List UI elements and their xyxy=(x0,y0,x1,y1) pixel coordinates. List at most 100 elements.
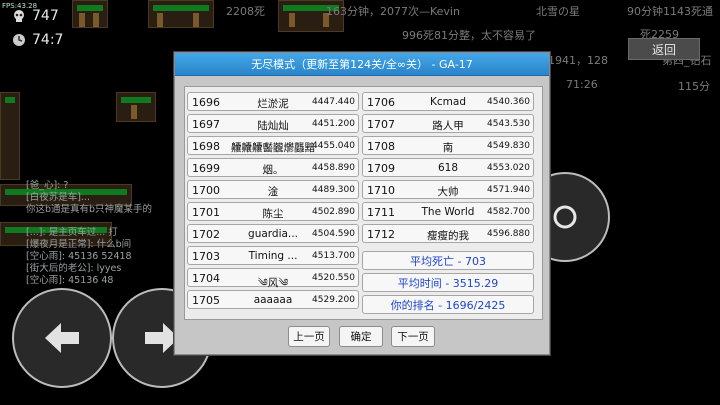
chat-line: [空心雨]: 45136 52418 xyxy=(26,251,132,263)
row-time: 4520.550 xyxy=(312,273,355,283)
average-deaths: 平均死亡 - 703 xyxy=(362,251,534,270)
skull-icon xyxy=(14,10,24,22)
leaderboard-row: 1712 瘦瘦的我 4596.880 xyxy=(362,224,534,243)
arrow-left-icon xyxy=(45,323,79,353)
row-time: 4504.590 xyxy=(312,229,355,239)
row-player-name: 618 xyxy=(437,162,459,174)
leaderboard-row: 1709 618 4553.020 xyxy=(362,158,534,177)
row-rank: 1711 xyxy=(367,206,395,219)
leaderboard-row: 1696 烂淤泥 4447.440 xyxy=(187,92,359,111)
chat-line: [白夜苏是车]... xyxy=(26,192,90,204)
chat-line: [爸_心]: ? xyxy=(26,180,69,191)
row-player-name: 淦 xyxy=(267,186,279,198)
row-player-name: 烂淤泥 xyxy=(257,98,289,110)
row-player-name: The World xyxy=(421,206,475,218)
row-rank: 1699 xyxy=(192,162,220,175)
row-rank: 1700 xyxy=(192,184,220,197)
chat-line: [...]: 是主页车过... 打 xyxy=(26,226,118,238)
background-text: 71:26 xyxy=(566,78,598,91)
background-text: 115分 xyxy=(678,80,710,93)
row-player-name: guardia... xyxy=(248,228,298,240)
row-time: 4455.040 xyxy=(312,141,355,151)
chat-line: [空心雨]: 45136 48 xyxy=(26,275,114,287)
background-text: 1941，128 xyxy=(548,54,608,67)
row-time: 4553.020 xyxy=(487,163,530,173)
confirm-button[interactable]: 确定 xyxy=(339,326,383,347)
row-time: 4549.830 xyxy=(487,141,530,151)
hud-stat-count: 747 xyxy=(12,8,59,24)
background-tile xyxy=(72,0,108,28)
background-text: 996死81分整，太不容易了 xyxy=(402,29,536,42)
chat-line: [爆夜月是正常]: 什么b间 xyxy=(26,238,132,250)
row-rank: 1708 xyxy=(367,140,395,153)
row-rank: 1702 xyxy=(192,228,220,241)
circle-action-icon xyxy=(553,205,577,229)
background-text: 北雪の星 xyxy=(536,5,580,18)
hud-stat-time-value: 74:7 xyxy=(32,32,64,48)
row-time: 4529.200 xyxy=(312,295,355,305)
hud-stat-time: 74:7 xyxy=(12,32,63,48)
leaderboard-row: 1700 淦 4489.300 xyxy=(187,180,359,199)
your-rank: 你的排名 - 1696/2425 xyxy=(362,295,534,314)
row-player-name: Timing ... xyxy=(248,250,298,262)
leaderboard-row: 1705 aaaaaa 4529.200 xyxy=(187,290,359,309)
background-text: 163分钟，2077次—Kevin xyxy=(326,5,460,18)
row-time: 4447.440 xyxy=(312,97,355,107)
row-rank: 1706 xyxy=(367,96,395,109)
leaderboard-row: 1699 烟。 4458.890 xyxy=(187,158,359,177)
row-rank: 1696 xyxy=(192,96,220,109)
row-player-name: 瘦瘦的我 xyxy=(427,230,469,242)
leaderboard-dialog: 无尽模式（更新至第124关/全∞关） - GA-17 1696 烂淤泥 4447.4… xyxy=(174,52,550,355)
row-time: 4513.700 xyxy=(312,251,355,261)
row-rank: 1707 xyxy=(367,118,395,131)
row-time: 4571.940 xyxy=(487,185,530,195)
background-tile xyxy=(116,92,156,122)
row-time: 4451.200 xyxy=(312,119,355,129)
row-player-name: 路人甲 xyxy=(432,120,464,132)
row-rank: 1704 xyxy=(192,272,220,285)
average-time: 平均时间 - 3515.29 xyxy=(362,273,534,292)
back-button[interactable]: 返回 xyxy=(628,38,700,60)
row-time: 4543.530 xyxy=(487,119,530,129)
leaderboard-row: 1697 陆灿灿 4451.200 xyxy=(187,114,359,133)
leaderboard-row: 1703 Timing ... 4513.700 xyxy=(187,246,359,265)
row-player-name: 烟。 xyxy=(262,164,284,176)
row-rank: 1701 xyxy=(192,206,220,219)
row-rank: 1705 xyxy=(192,294,220,307)
row-player-name: aaaaaa xyxy=(253,294,293,306)
row-rank: 1697 xyxy=(192,118,220,131)
row-rank: 1710 xyxy=(367,184,395,197)
row-player-name: 陈尘 xyxy=(262,208,284,220)
next-page-button[interactable]: 下一页 xyxy=(391,326,435,347)
row-rank: 1698 xyxy=(192,140,220,153)
row-player-name: 陆灿灿 xyxy=(257,120,289,132)
background-text: 2208死 xyxy=(226,5,265,18)
row-rank: 1712 xyxy=(367,228,395,241)
row-time: 4582.700 xyxy=(487,207,530,217)
row-time: 4489.300 xyxy=(312,185,355,195)
row-time: 4596.880 xyxy=(487,229,530,239)
row-rank: 1703 xyxy=(192,250,220,263)
chat-log: [爸_心]: ? [白夜苏是车]... 你这b通是真有b只神魔某手的 [...]… xyxy=(26,180,152,288)
row-player-name: 齉齉齉齾龖爩龘黯 xyxy=(231,142,315,154)
row-player-name: Kcmad xyxy=(430,96,466,108)
row-rank: 1709 xyxy=(367,162,395,175)
row-time: 4458.890 xyxy=(312,163,355,173)
leaderboard-row: 1706 Kcmad 4540.360 xyxy=(362,92,534,111)
background-tile xyxy=(148,0,214,28)
leaderboard-row: 1702 guardia... 4504.590 xyxy=(187,224,359,243)
chat-line: [街大后的老公]: lyyes xyxy=(26,263,122,275)
row-time: 4502.890 xyxy=(312,207,355,217)
leaderboard-row: 1710 大帅 4571.940 xyxy=(362,180,534,199)
leaderboard-row: 1704 ༄风༄ 4520.550 xyxy=(187,268,359,289)
move-left-button[interactable] xyxy=(12,288,112,388)
row-time: 4540.360 xyxy=(487,97,530,107)
leaderboard-row: 1707 路人甲 4543.530 xyxy=(362,114,534,133)
leaderboard-row: 1708 南 4549.830 xyxy=(362,136,534,155)
leaderboard-row: 1701 陈尘 4502.890 xyxy=(187,202,359,221)
leaderboard-row: 1711 The World 4582.700 xyxy=(362,202,534,221)
background-tile xyxy=(0,92,20,180)
chat-line: 你这b通是真有b只神魔某手的 xyxy=(26,204,153,216)
row-player-name: 大帅 xyxy=(437,186,459,198)
prev-page-button[interactable]: 上一页 xyxy=(288,326,330,347)
